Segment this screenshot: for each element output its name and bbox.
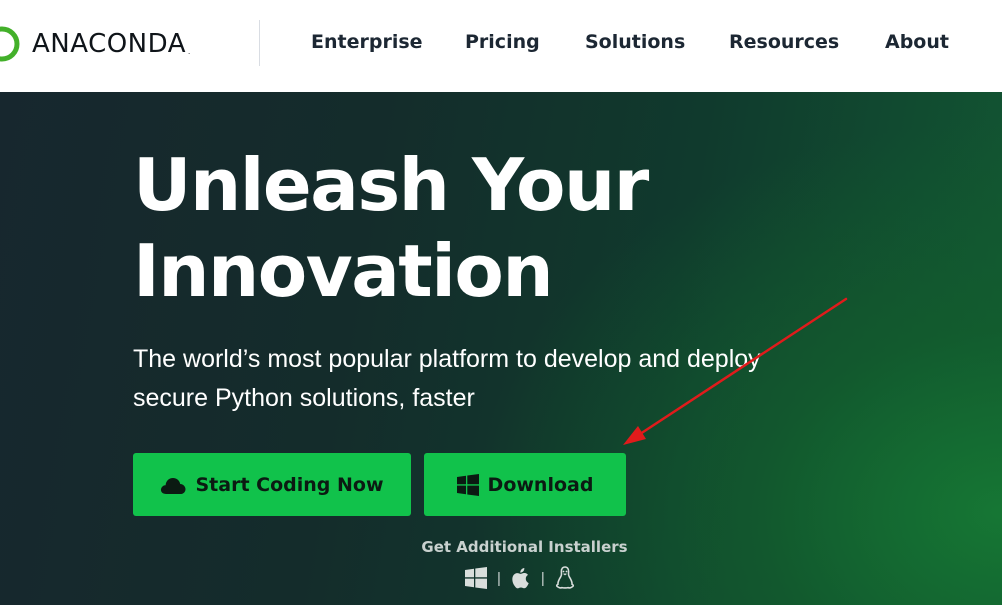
hero-subtitle-line-2: secure Python solutions, faster (133, 384, 475, 412)
apple-icon[interactable] (510, 566, 532, 590)
hero-title-line-1: Unleash Your (133, 143, 649, 227)
hero-title: Unleash Your Innovation (133, 142, 833, 314)
windows-icon[interactable] (464, 567, 488, 589)
main-nav: Enterprise Pricing Solutions Resources A… (0, 0, 1002, 86)
hero-subtitle-line-1: The world’s most popular platform to dev… (133, 345, 761, 373)
hero-subtitle: The world’s most popular platform to dev… (133, 340, 853, 418)
installer-separator: | (540, 569, 545, 587)
windows-icon (456, 473, 479, 496)
site-header: ANACONDA . Enterprise Pricing Solutions … (0, 0, 1002, 92)
nav-about[interactable]: About (885, 31, 949, 53)
installer-separator: | (497, 569, 501, 587)
cloud-icon (160, 475, 186, 495)
nav-resources[interactable]: Resources (729, 31, 839, 53)
nav-solutions[interactable]: Solutions (585, 31, 685, 53)
installer-icons: | | (464, 565, 576, 591)
nav-pricing[interactable]: Pricing (465, 31, 540, 53)
start-coding-label: Start Coding Now (195, 473, 384, 496)
nav-enterprise[interactable]: Enterprise (311, 31, 423, 53)
hero-section: Unleash Your Innovation The world’s most… (0, 92, 1002, 605)
additional-installers-label: Get Additional Installers (421, 538, 628, 556)
linux-icon[interactable] (554, 566, 576, 590)
download-label: Download (487, 473, 594, 496)
start-coding-button[interactable]: Start Coding Now (133, 453, 411, 516)
download-button[interactable]: Download (424, 453, 626, 516)
hero-title-line-2: Innovation (133, 229, 554, 313)
